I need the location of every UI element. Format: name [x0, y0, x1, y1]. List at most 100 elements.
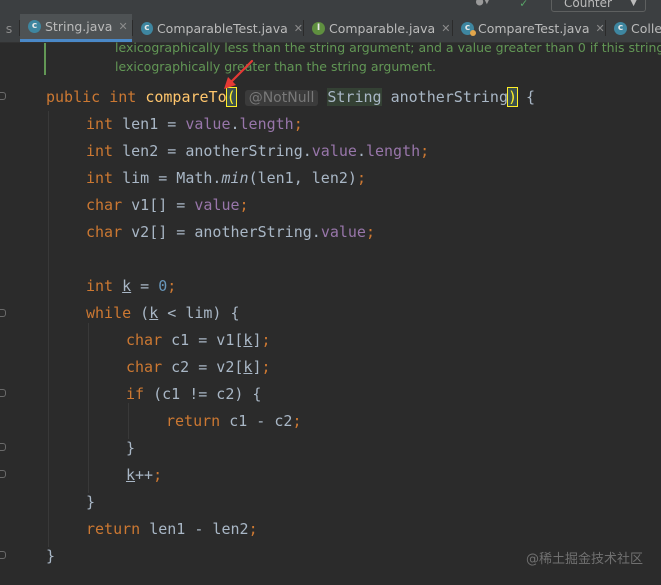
method-name[interactable]: compareTo: [145, 88, 226, 106]
code-text: len2 = anotherString.: [113, 142, 312, 160]
param-name[interactable]: anotherString: [391, 88, 508, 106]
mutable-var: k: [126, 466, 136, 484]
code-line-close-if[interactable]: }: [126, 438, 135, 458]
code-line-if[interactable]: if (c1 != c2) {: [126, 384, 261, 404]
code-line-while[interactable]: while (k < lim) {: [86, 303, 240, 323]
fold-marker-icon[interactable]: [0, 389, 6, 397]
semicolon: ;: [153, 466, 163, 484]
semicolon: ;: [261, 358, 271, 376]
fold-marker-icon[interactable]: [0, 470, 6, 478]
code-line-len1[interactable]: int len1 = value.length;: [86, 114, 303, 134]
chevron-down-icon: ▼: [630, 0, 637, 8]
keyword: char: [86, 196, 123, 214]
keyword: return: [166, 412, 221, 430]
open-brace: {: [517, 88, 536, 106]
code-line-v1[interactable]: char v1[] = value;: [86, 195, 249, 215]
code-text: v2[] = anotherString.: [122, 223, 321, 241]
semicolon: ;: [365, 223, 375, 241]
semicolon: ;: [167, 277, 177, 295]
indent-guide: [88, 323, 89, 493]
tab-label: Colle: [631, 20, 661, 36]
tab-comparable-java[interactable]: Comparable.java ✕: [304, 14, 452, 42]
code-editor[interactable]: lexicographically less than the string a…: [0, 40, 661, 585]
indent-guide: [48, 111, 49, 547]
editor-tab-bar: s String.java ✕ ComparableTest.java ✕ Co…: [0, 14, 661, 43]
tab-label: CompareTest.java: [478, 20, 590, 36]
code-text: len1 - len2: [140, 520, 249, 538]
annotation-arrow-icon: [224, 59, 254, 89]
field-ref: value: [194, 196, 240, 214]
semicolon: ;: [420, 142, 430, 160]
java-class-icon: [141, 21, 153, 35]
code-text: (c1 != c2) {: [144, 385, 262, 403]
code-text: len1 =: [113, 115, 186, 133]
keyword: while: [86, 304, 132, 322]
mutable-var: k: [149, 304, 159, 322]
method-signature[interactable]: public int compareTo( @NotNull String an…: [46, 87, 535, 108]
keyword: char: [86, 223, 123, 241]
tab-comparabletest-java[interactable]: ComparableTest.java ✕: [133, 14, 303, 42]
code-text: ++: [135, 466, 154, 484]
field-ref: length: [239, 115, 294, 133]
keyword: int: [86, 142, 114, 160]
keyword: int: [86, 277, 114, 295]
code-line-return-diff[interactable]: return c1 - c2;: [166, 411, 301, 431]
fold-marker-icon[interactable]: [0, 551, 6, 559]
tabs-overflow-icon[interactable]: s: [0, 14, 18, 42]
field-ref: value: [185, 115, 231, 133]
close-icon[interactable]: ✕: [118, 20, 127, 33]
close-icon[interactable]: ✕: [595, 22, 604, 35]
code-line-close-method[interactable]: }: [46, 546, 55, 566]
keyword-int: int: [109, 88, 137, 106]
code-text: < lim) {: [158, 304, 240, 322]
field-ref: length: [365, 142, 421, 160]
param-type[interactable]: String: [327, 88, 382, 106]
run-arrow-icon[interactable]: ✓: [520, 0, 527, 10]
keyword-public: public: [46, 88, 101, 106]
code-line-v2[interactable]: char v2[] = anotherString.value;: [86, 222, 375, 242]
code-line-c1[interactable]: char c1 = v1[k];: [126, 330, 271, 350]
code-line-lim[interactable]: int lim = Math.min(len1, len2);: [86, 168, 366, 188]
semicolon: ;: [261, 331, 271, 349]
java-class-icon: [28, 20, 41, 33]
code-text: lim = Math.: [113, 169, 222, 187]
tab-comparetest-java[interactable]: CompareTest.java ✕: [453, 14, 605, 42]
code-line-c2[interactable]: char c2 = v2[k];: [126, 357, 271, 377]
tab-label: Comparable.java: [329, 20, 436, 36]
code-line-len2[interactable]: int len2 = anotherString.value.length;: [86, 141, 429, 161]
fold-marker-icon[interactable]: [0, 443, 6, 451]
close-icon[interactable]: ✕: [294, 22, 303, 35]
doc-comment-line: lexicographically less than the string a…: [115, 40, 661, 55]
code-text: (len1, len2): [248, 169, 357, 187]
doc-comment-bar: [44, 43, 46, 75]
tab-label: String.java: [45, 19, 113, 34]
user-icon[interactable]: ●▾: [476, 0, 490, 8]
tab-collections-java[interactable]: Colle: [606, 14, 661, 42]
semicolon: ;: [356, 169, 366, 187]
watermark: @稀土掘金技术社区: [525, 552, 643, 567]
tab-string-java[interactable]: String.java ✕: [20, 14, 132, 42]
run-config-dropdown[interactable]: Counter ▼: [551, 0, 646, 12]
code-line-close-while[interactable]: }: [86, 492, 95, 512]
java-class-icon: [614, 21, 627, 35]
nullability-hint: @NotNull: [244, 90, 319, 106]
fold-marker-icon[interactable]: [0, 309, 6, 317]
keyword: return: [86, 520, 141, 538]
code-line-return-len[interactable]: return len1 - len2;: [86, 519, 258, 539]
editor-gutter[interactable]: [0, 43, 38, 585]
code-text: .: [356, 142, 366, 160]
code-line-k-init[interactable]: int k = 0;: [86, 276, 176, 296]
semicolon: ;: [292, 412, 302, 430]
keyword: int: [86, 169, 114, 187]
code-line-k-inc[interactable]: k++;: [126, 465, 162, 485]
close-icon[interactable]: ✕: [441, 22, 450, 35]
java-interface-icon: [312, 21, 325, 35]
field-ref: value: [311, 142, 357, 160]
field-ref: value: [320, 223, 366, 241]
number-literal: 0: [158, 277, 168, 295]
doc-comment-line: lexicographically greater than the strin…: [115, 59, 436, 74]
tab-label: ComparableTest.java: [156, 20, 288, 36]
fold-marker-icon[interactable]: [0, 92, 6, 100]
code-text: c1 = v1[: [162, 331, 244, 349]
